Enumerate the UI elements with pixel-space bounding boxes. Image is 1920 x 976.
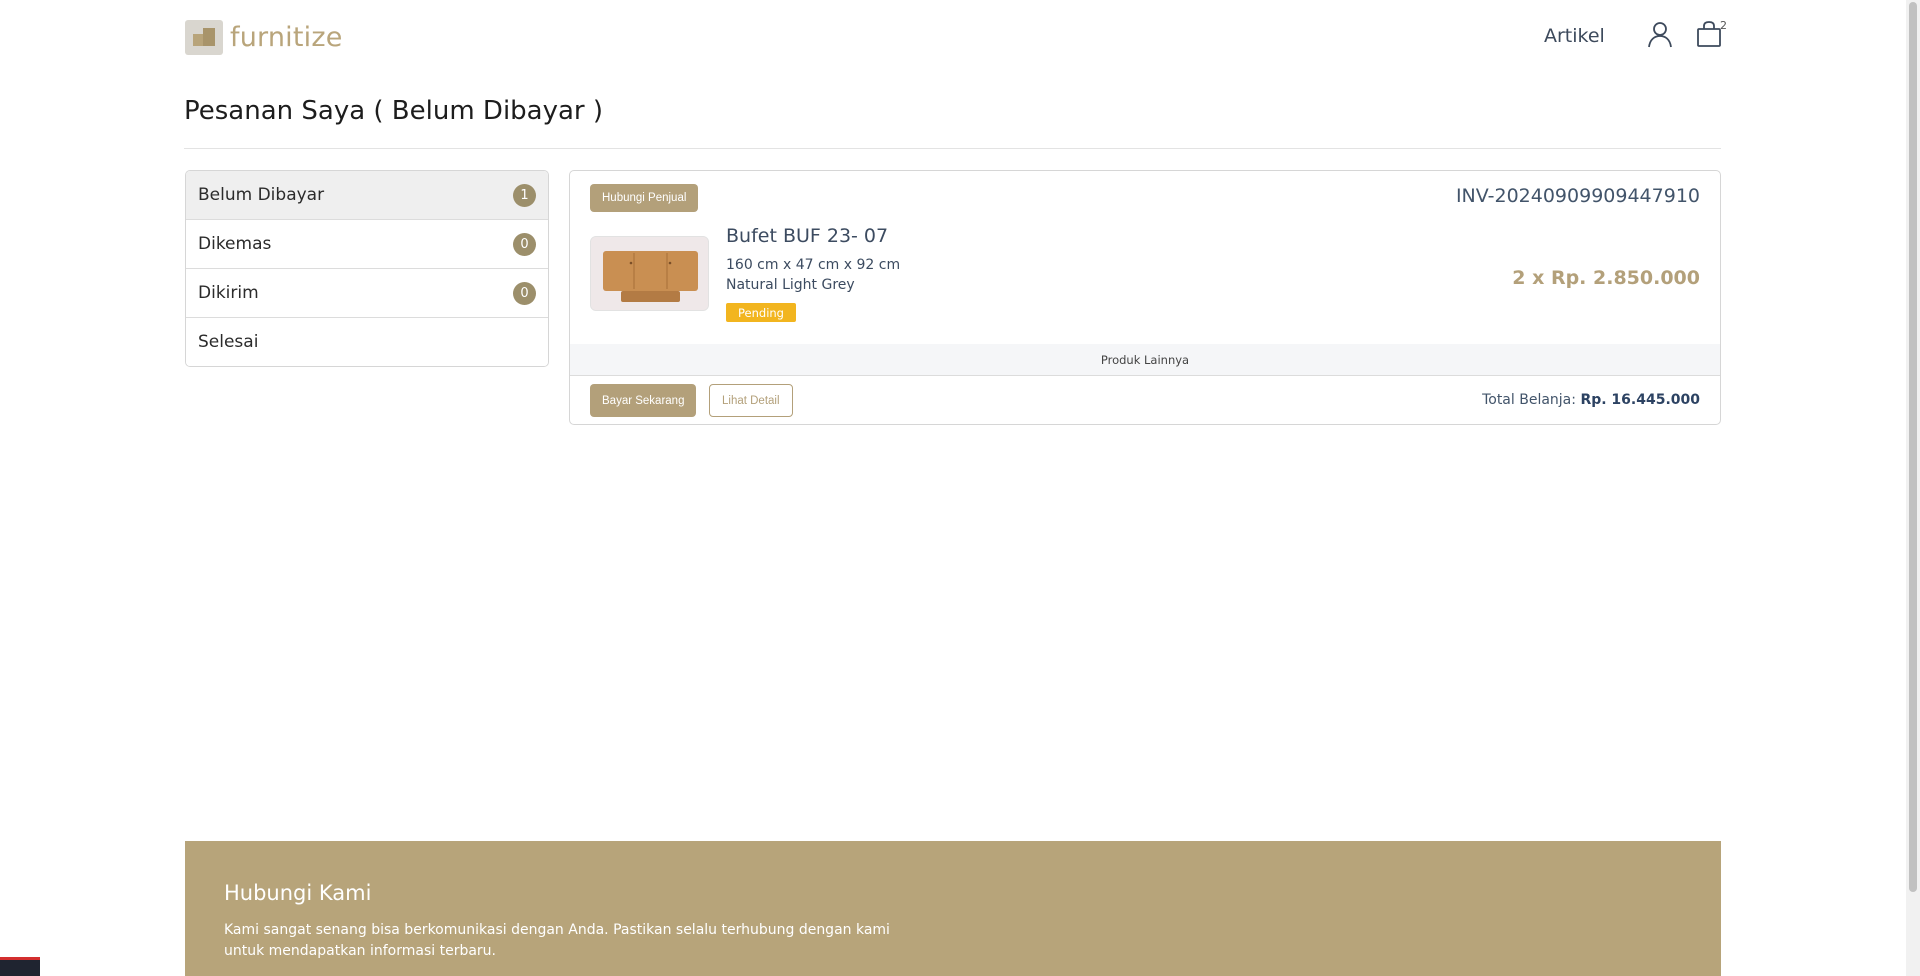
status-badge: Pending [726,303,796,322]
user-icon[interactable] [1646,20,1674,48]
view-detail-button[interactable]: Lihat Detail [709,384,793,417]
scrollbar-thumb[interactable] [1909,2,1917,892]
sidebar-item-label: Dikirim [198,283,259,303]
order-total: Total Belanja: Rp. 16.445.000 [1482,392,1700,408]
product-name[interactable]: Bufet BUF 23- 07 [726,225,888,247]
brand-logo[interactable]: furnitize [185,20,343,55]
sidebar-item-label: Selesai [198,332,259,352]
product-price: 2 x Rp. 2.850.000 [1512,267,1700,289]
product-image[interactable] [590,236,709,311]
order-status-sidebar: Belum Dibayar 1 Dikemas 0 Dikirim 0 Sele… [185,170,549,367]
page-title: Pesanan Saya ( Belum Dibayar ) [184,96,604,126]
nav-link-artikel[interactable]: Artikel [1544,25,1605,47]
sideboard-image-icon [591,237,708,310]
corner-widget-icon[interactable] [0,957,40,976]
shopping-bag-icon[interactable] [1695,20,1723,48]
footer-text: Kami sangat senang bisa berkomunikasi de… [224,922,890,959]
count-badge: 0 [513,232,536,256]
total-label: Total Belanja: [1482,392,1576,408]
product-color: Natural Light Grey [726,277,855,293]
other-products-toggle[interactable]: Produk Lainnya [570,344,1720,376]
sidebar-item-label: Dikemas [198,234,272,254]
sidebar-item-dikirim[interactable]: Dikirim 0 [186,269,548,318]
sidebar-item-selesai[interactable]: Selesai [186,318,548,366]
footer-title: Hubungi Kami [224,881,372,905]
product-dimensions: 160 cm x 47 cm x 92 cm [726,257,901,273]
sidebar-item-belum-dibayar[interactable]: Belum Dibayar 1 [186,171,548,220]
sidebar-item-dikemas[interactable]: Dikemas 0 [186,220,548,269]
divider [184,148,1721,149]
count-badge: 0 [513,281,536,305]
invoice-number: INV-20240909909447910 [1455,185,1700,207]
count-badge: 1 [513,183,536,207]
site-header: furnitize Artikel 2 [0,0,1906,72]
brand-name: furnitize [230,22,343,53]
logo-mark-icon [185,20,223,55]
footer-contact: Hubungi Kami Kami sangat senang bisa ber… [185,841,1721,976]
sidebar-item-label: Belum Dibayar [198,185,325,205]
total-value: Rp. 16.445.000 [1580,392,1700,408]
page-scrollbar[interactable] [1906,0,1920,976]
pay-now-button[interactable]: Bayar Sekarang [590,384,697,417]
order-card: Hubungi Penjual INV-20240909909447910 Bu… [569,170,1721,425]
cart-count-badge: 2 [1720,19,1727,32]
contact-seller-button[interactable]: Hubungi Penjual [590,184,699,212]
